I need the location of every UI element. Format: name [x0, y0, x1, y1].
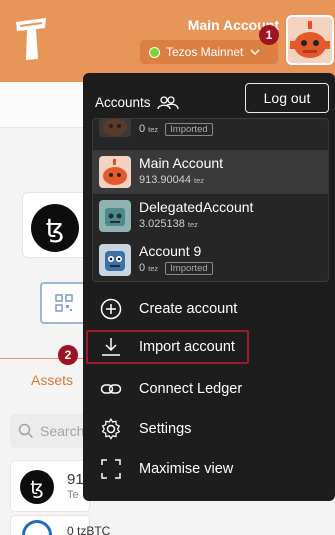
asset-subtitle: Te: [67, 489, 79, 501]
people-icon: [156, 95, 179, 109]
account-avatar-button[interactable]: [286, 15, 334, 65]
imported-tag: Imported: [165, 123, 213, 136]
account-balance: 0 tez Imported: [139, 123, 213, 136]
create-account-label: Create account: [139, 301, 238, 317]
logout-button[interactable]: Log out: [245, 83, 329, 113]
account-name: Main Account: [139, 155, 224, 171]
svg-text:ꜩ: ꜩ: [46, 214, 64, 243]
tzbtc-amount: 0 tzBTC: [67, 524, 111, 535]
qr-code-button[interactable]: [40, 282, 88, 324]
qr-code-icon: [55, 294, 73, 312]
asset-amount: 91: [67, 471, 84, 488]
account-item-delegated[interactable]: DelegatedAccount 3.025138 tez: [93, 194, 328, 238]
step-badge-1: 1: [259, 25, 279, 45]
connect-ledger-label: Connect Ledger: [139, 381, 243, 397]
account-name: DelegatedAccount: [139, 199, 254, 215]
robot-avatar-icon: [99, 119, 131, 137]
link-icon: [100, 378, 122, 400]
account-dropdown-menu: Accounts Log out 0 tez Imported Main Acco…: [83, 73, 335, 501]
robot-avatar-icon: [288, 17, 332, 63]
plus-circle-icon: [100, 298, 122, 320]
account-balance: 3.025138 tez: [139, 218, 198, 230]
gear-icon: [100, 418, 122, 440]
account-name: Account 9: [139, 243, 202, 259]
import-account-label: Import account: [139, 339, 235, 355]
maximise-view-label: Maximise view: [139, 461, 234, 477]
account-item-9[interactable]: Account 9 0 tez Imported: [93, 238, 328, 281]
robot-avatar-icon: [99, 156, 131, 188]
import-account-button[interactable]: Import account: [86, 330, 249, 364]
tezos-asset-icon: ꜩ: [20, 470, 54, 504]
tab-assets[interactable]: Assets: [31, 372, 73, 388]
robot-avatar-icon: [99, 244, 131, 276]
download-icon: [100, 336, 122, 358]
robot-avatar-icon: [99, 200, 131, 232]
accounts-list[interactable]: 0 tez Imported Main Account 913.90044 tez …: [92, 118, 329, 282]
network-label: Tezos Mainnet: [166, 45, 244, 59]
maximize-icon: [100, 458, 122, 480]
search-icon: [18, 423, 34, 439]
tezos-icon: ꜩ: [31, 204, 79, 252]
account-item-imported-1[interactable]: 0 tez Imported: [93, 119, 328, 143]
accounts-title: Accounts: [95, 95, 151, 110]
search-placeholder: Search: [40, 423, 85, 439]
settings-label: Settings: [139, 421, 192, 437]
search-input[interactable]: Search: [10, 414, 90, 448]
svg-text:ꜩ: ꜩ: [30, 477, 43, 498]
app-header: Main Account Tezos Mainnet: [0, 0, 335, 82]
accounts-heading: Accounts: [95, 95, 179, 110]
network-status-dot: [149, 46, 160, 58]
network-selector[interactable]: Tezos Mainnet: [140, 40, 278, 64]
account-item-main[interactable]: Main Account 913.90044 tez: [93, 150, 328, 194]
step-badge-2: 2: [58, 345, 78, 365]
connect-ledger-button[interactable]: Connect Ledger: [92, 372, 329, 406]
settings-button[interactable]: Settings: [92, 412, 329, 446]
temple-logo-icon[interactable]: [12, 14, 52, 64]
account-balance: 0 tez Imported: [139, 262, 213, 275]
account-balance: 913.90044 tez: [139, 174, 205, 186]
maximise-view-button[interactable]: Maximise view: [92, 452, 329, 486]
imported-tag: Imported: [165, 262, 213, 275]
create-account-button[interactable]: Create account: [92, 292, 329, 326]
chevron-down-icon: [250, 49, 260, 56]
